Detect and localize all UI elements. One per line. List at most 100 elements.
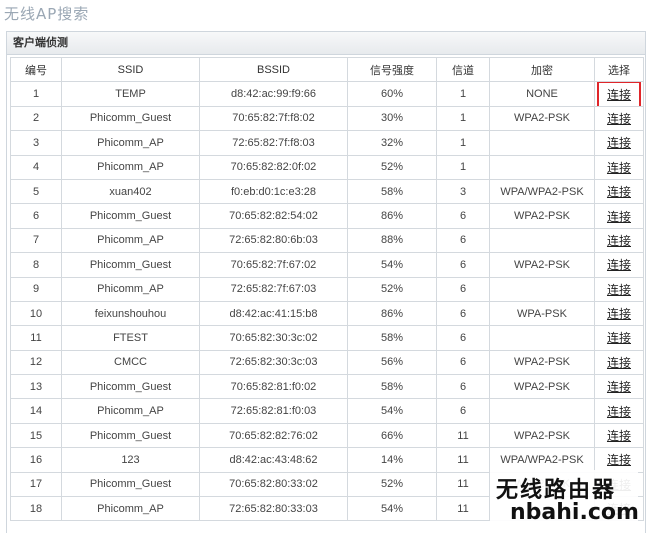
cell-signal: 14% bbox=[347, 447, 437, 473]
cell-encryption bbox=[489, 154, 595, 180]
connect-link[interactable]: 连接 bbox=[596, 82, 642, 106]
cell-ssid: 123 bbox=[61, 447, 200, 473]
table-row: 3 Phicomm_AP 72:65:82:7f:f8:03 32% 1 连接 bbox=[10, 130, 644, 156]
connect-link[interactable]: 连接 bbox=[603, 377, 635, 396]
col-header-bssid: BSSID bbox=[199, 56, 348, 83]
site-watermark: 无线路由器 nbahi.com bbox=[490, 470, 639, 528]
cell-signal: 54% bbox=[347, 496, 437, 522]
cell-encryption bbox=[489, 276, 595, 302]
cell-select: 连接 bbox=[594, 178, 644, 205]
cell-bssid: 70:65:82:7f:67:02 bbox=[199, 252, 348, 278]
cell-bssid: d8:42:ac:99:f9:66 bbox=[199, 81, 348, 107]
cell-select: 连接 bbox=[594, 252, 644, 278]
cell-select: 连接 bbox=[594, 81, 644, 107]
client-detection-panel: 客户端侦测 编号 SSID BSSID 信号强度 信道 加密 选择 1 TEMP d… bbox=[6, 31, 646, 533]
col-header-num: 编号 bbox=[10, 56, 62, 83]
cell-channel: 1 bbox=[436, 81, 490, 107]
cell-channel: 6 bbox=[436, 325, 490, 351]
connect-link[interactable]: 连接 bbox=[603, 353, 635, 372]
cell-num: 16 bbox=[10, 447, 62, 473]
cell-encryption: WPA2-PSK bbox=[489, 422, 595, 449]
cell-encryption: WPA2-PSK bbox=[489, 105, 595, 132]
connect-link[interactable]: 连接 bbox=[603, 158, 635, 177]
cell-encryption: WPA2-PSK bbox=[489, 374, 595, 400]
cell-num: 3 bbox=[10, 130, 62, 156]
cell-ssid: Phicomm_Guest bbox=[61, 105, 200, 132]
cell-num: 9 bbox=[10, 276, 62, 302]
cell-select: 连接 bbox=[594, 154, 644, 180]
cell-channel: 11 bbox=[436, 471, 490, 498]
table-row: 7 Phicomm_AP 72:65:82:80:6b:03 88% 6 连接 bbox=[10, 227, 644, 254]
table-row: 4 Phicomm_AP 70:65:82:82:0f:02 52% 1 连接 bbox=[10, 154, 644, 180]
cell-signal: 54% bbox=[347, 252, 437, 278]
cell-signal: 52% bbox=[347, 471, 437, 498]
cell-select: 连接 bbox=[594, 325, 644, 351]
cell-signal: 58% bbox=[347, 325, 437, 351]
cell-num: 15 bbox=[10, 422, 62, 449]
cell-signal: 52% bbox=[347, 276, 437, 302]
cell-ssid: FTEST bbox=[61, 325, 200, 351]
cell-signal: 30% bbox=[347, 105, 437, 132]
cell-select: 连接 bbox=[594, 300, 644, 327]
cell-bssid: 70:65:82:82:54:02 bbox=[199, 203, 348, 229]
cell-select: 连接 bbox=[594, 349, 644, 376]
cell-encryption bbox=[489, 227, 595, 254]
cell-select: 连接 bbox=[594, 398, 644, 424]
table-row: 16 123 d8:42:ac:43:48:62 14% 11 WPA/WPA2-PSK 连… bbox=[10, 447, 644, 473]
connect-link[interactable]: 连接 bbox=[603, 182, 635, 201]
table-row: 5 xuan402 f0:eb:d0:1c:e3:28 58% 3 WPA/WPA2-PS… bbox=[10, 178, 644, 205]
connect-link[interactable]: 连接 bbox=[603, 426, 635, 445]
connect-link[interactable]: 连接 bbox=[603, 328, 635, 347]
cell-signal: 66% bbox=[347, 422, 437, 449]
cell-ssid: Phicomm_AP bbox=[61, 227, 200, 254]
cell-signal: 56% bbox=[347, 349, 437, 376]
connect-link[interactable]: 连接 bbox=[603, 109, 635, 128]
connect-link[interactable]: 连接 bbox=[603, 133, 635, 152]
cell-ssid: CMCC bbox=[61, 349, 200, 376]
cell-channel: 6 bbox=[436, 203, 490, 229]
cell-channel: 6 bbox=[436, 300, 490, 327]
cell-channel: 6 bbox=[436, 252, 490, 278]
cell-select: 连接 bbox=[594, 422, 644, 449]
cell-encryption bbox=[489, 398, 595, 424]
cell-ssid: feixunshouhou bbox=[61, 300, 200, 327]
connect-link[interactable]: 连接 bbox=[603, 450, 635, 469]
connect-link[interactable]: 连接 bbox=[603, 207, 635, 226]
cell-num: 2 bbox=[10, 105, 62, 132]
cell-ssid: TEMP bbox=[61, 81, 200, 107]
cell-encryption: WPA/WPA2-PSK bbox=[489, 178, 595, 205]
connect-link[interactable]: 连接 bbox=[603, 280, 635, 299]
cell-ssid: Phicomm_AP bbox=[61, 398, 200, 424]
col-header-channel: 信道 bbox=[436, 56, 490, 83]
cell-ssid: Phicomm_Guest bbox=[61, 252, 200, 278]
cell-select: 连接 bbox=[594, 374, 644, 400]
table-row: 1 TEMP d8:42:ac:99:f9:66 60% 1 NONE 连接 bbox=[10, 81, 644, 107]
cell-ssid: Phicomm_AP bbox=[61, 276, 200, 302]
cell-channel: 6 bbox=[436, 374, 490, 400]
cell-num: 11 bbox=[10, 325, 62, 351]
table-row: 10 feixunshouhou d8:42:ac:41:15:b8 86% 6 WPA-… bbox=[10, 300, 644, 327]
connect-link[interactable]: 连接 bbox=[603, 304, 635, 323]
cell-encryption bbox=[489, 325, 595, 351]
cell-signal: 86% bbox=[347, 300, 437, 327]
watermark-line2: nbahi.com bbox=[510, 500, 639, 525]
col-header-select: 选择 bbox=[594, 56, 644, 83]
connect-link[interactable]: 连接 bbox=[603, 402, 635, 421]
cell-num: 5 bbox=[10, 178, 62, 205]
cell-bssid: 70:65:82:81:f0:02 bbox=[199, 374, 348, 400]
col-header-ssid: SSID bbox=[61, 56, 200, 83]
cell-ssid: Phicomm_Guest bbox=[61, 203, 200, 229]
table-row: 8 Phicomm_Guest 70:65:82:7f:67:02 54% 6 WPA2-… bbox=[10, 252, 644, 278]
cell-bssid: 70:65:82:7f:f8:02 bbox=[199, 105, 348, 132]
cell-ssid: Phicomm_Guest bbox=[61, 422, 200, 449]
cell-channel: 6 bbox=[436, 398, 490, 424]
cell-bssid: d8:42:ac:43:48:62 bbox=[199, 447, 348, 473]
cell-num: 14 bbox=[10, 398, 62, 424]
connect-link[interactable]: 连接 bbox=[603, 231, 635, 250]
table-row: 2 Phicomm_Guest 70:65:82:7f:f8:02 30% 1 WPA2-… bbox=[10, 105, 644, 132]
cell-encryption: WPA2-PSK bbox=[489, 252, 595, 278]
cell-bssid: 70:65:82:80:33:02 bbox=[199, 471, 348, 498]
connect-link[interactable]: 连接 bbox=[603, 255, 635, 274]
cell-encryption: WPA-PSK bbox=[489, 300, 595, 327]
cell-encryption: NONE bbox=[489, 81, 595, 107]
